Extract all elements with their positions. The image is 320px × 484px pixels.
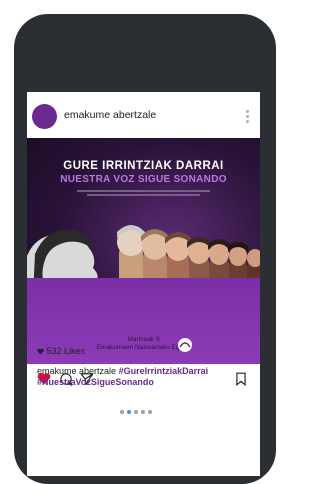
post-header: emakume abertzale	[27, 92, 260, 138]
carousel-dot[interactable]	[120, 410, 124, 414]
image-title: GURE IRRINTZIAK DARRAI	[63, 160, 224, 172]
post-caption: emakume abertzale #GureIrrintziakDarrai …	[37, 366, 257, 388]
caption-username[interactable]: emakume abertzale	[37, 366, 116, 376]
post-username[interactable]: emakume abertzale	[64, 109, 156, 121]
post-image[interactable]: GURE IRRINTZIAK DARRAI NUESTRA VOZ SIGUE…	[27, 138, 260, 364]
more-dots-icon[interactable]	[246, 110, 250, 124]
carousel-dot[interactable]	[141, 410, 145, 414]
image-subtitle: NUESTRA VOZ SIGUE SONANDO	[60, 174, 227, 185]
carousel-dot[interactable]	[148, 410, 152, 414]
organization-logo-icon	[178, 338, 192, 352]
caption-overflow-strip	[27, 398, 260, 404]
small-heart-icon	[37, 348, 44, 355]
hashtag-1[interactable]: #GureIrrintziakDarrai	[119, 366, 209, 376]
image-footer-line1: Martxoak 8	[127, 336, 160, 343]
carousel-dot[interactable]	[127, 410, 131, 414]
hashtag-2[interactable]: #NuestraVozSigueSonando	[37, 377, 154, 387]
likes-row[interactable]: 532 Likes	[37, 346, 85, 356]
avatar[interactable]	[32, 104, 57, 129]
fine-print-line	[77, 190, 210, 192]
likes-count: 532 Likes	[46, 346, 86, 356]
carousel-dots	[120, 410, 180, 416]
carousel-dot[interactable]	[134, 410, 138, 414]
